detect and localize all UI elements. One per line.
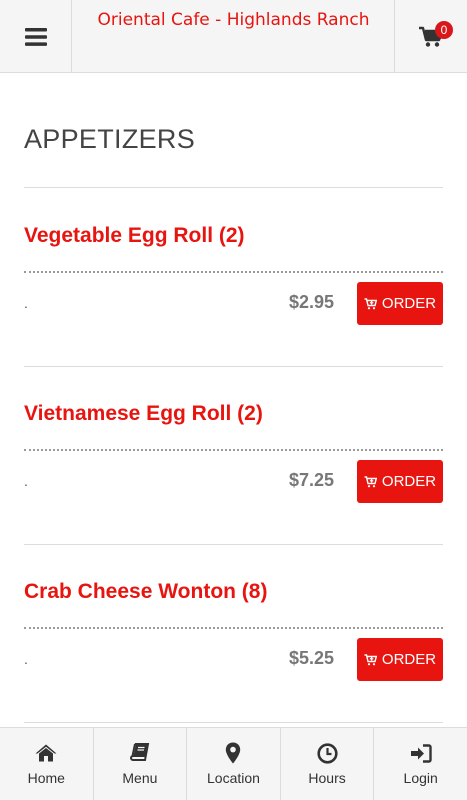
- restaurant-title: Oriental Cafe - Highlands Ranch: [97, 10, 370, 30]
- category-title: APPETIZERS: [24, 124, 196, 154]
- nav-login-label: Login: [403, 770, 438, 786]
- item-description: .: [24, 473, 28, 489]
- item-description: .: [24, 295, 28, 311]
- bottom-navigation: Home Menu Location Hours Login: [0, 727, 467, 800]
- nav-home[interactable]: Home: [0, 728, 94, 800]
- item-name[interactable]: Vegetable Egg Roll (2): [24, 224, 245, 248]
- nav-login[interactable]: Login: [374, 728, 467, 800]
- order-button-label: ORDER: [381, 651, 437, 668]
- order-button-label: ORDER: [381, 295, 437, 312]
- menu-item: Vietnamese Egg Roll (2) . $7.25 ORDER: [24, 366, 443, 544]
- cart-plus-icon: [364, 297, 377, 309]
- nav-hours-label: Hours: [308, 770, 346, 786]
- hamburger-icon: [24, 27, 47, 46]
- hamburger-menu-button[interactable]: [0, 0, 72, 73]
- nav-location[interactable]: Location: [187, 728, 281, 800]
- map-marker-icon: [226, 742, 241, 764]
- order-button[interactable]: ORDER: [357, 460, 443, 503]
- item-name[interactable]: Crab Cheese Wonton (8): [24, 580, 267, 604]
- nav-menu-label: Menu: [122, 770, 158, 786]
- nav-location-label: Location: [207, 770, 260, 786]
- item-name[interactable]: Vietnamese Egg Roll (2): [24, 402, 263, 426]
- menu-item: Vegetable Egg Roll (2) . $2.95 ORDER: [24, 188, 443, 366]
- order-button[interactable]: ORDER: [357, 638, 443, 681]
- item-price: $5.25: [288, 648, 334, 668]
- home-icon: [35, 744, 57, 762]
- item-price: $2.95: [288, 292, 334, 312]
- clock-icon: [316, 742, 338, 764]
- item-description: .: [24, 651, 28, 667]
- order-button[interactable]: ORDER: [357, 282, 443, 325]
- dotted-separator: [24, 627, 443, 629]
- cart-count-badge: 0: [435, 21, 453, 39]
- nav-hours[interactable]: Hours: [281, 728, 375, 800]
- menu-content[interactable]: APPETIZERS Vegetable Egg Roll (2) . $2.9…: [0, 74, 467, 727]
- dotted-separator: [24, 449, 443, 451]
- cart-plus-icon: [364, 653, 377, 665]
- divider: [24, 722, 443, 723]
- app-header: Oriental Cafe - Highlands Ranch 0: [0, 0, 467, 73]
- cart-plus-icon: [364, 475, 377, 487]
- dotted-separator: [24, 271, 443, 273]
- nav-home-label: Home: [27, 770, 65, 786]
- book-icon: [129, 743, 150, 761]
- login-icon: [410, 743, 432, 763]
- order-button-label: ORDER: [381, 473, 437, 490]
- nav-menu[interactable]: Menu: [94, 728, 188, 800]
- cart-button[interactable]: 0: [394, 0, 467, 73]
- menu-item: Crab Cheese Wonton (8) . $5.25 ORDER: [24, 544, 443, 722]
- item-price: $7.25: [288, 470, 334, 490]
